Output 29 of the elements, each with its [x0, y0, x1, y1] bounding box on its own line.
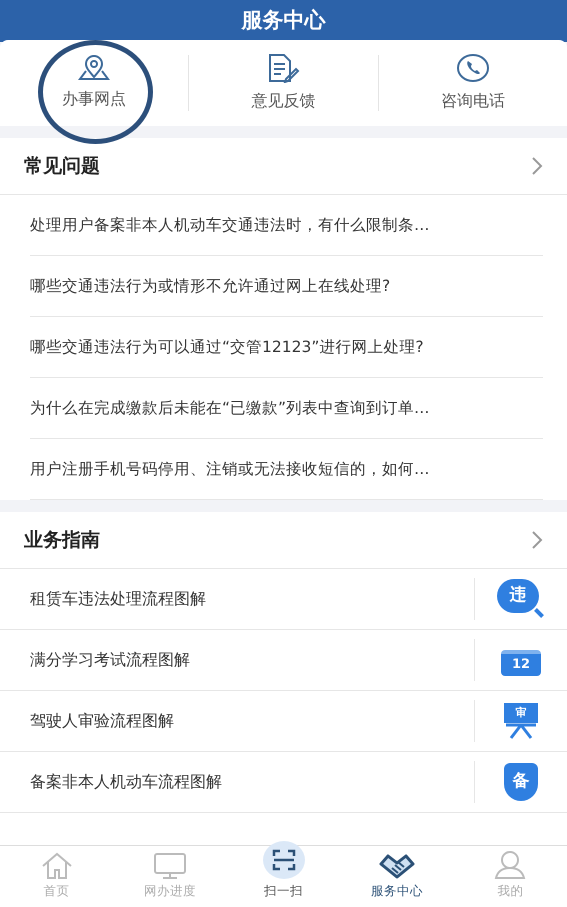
chevron-right-icon[interactable] [531, 156, 543, 176]
quick-link-button[interactable]: 意见反馈 [189, 53, 378, 113]
guide-item[interactable]: 驾驶人审验流程图解 [0, 709, 474, 733]
faq-item[interactable]: 处理用户备案非本人机动车交通违法时，有什么限制条… [30, 195, 543, 256]
person-icon [493, 850, 528, 880]
phone-icon [456, 53, 490, 83]
handshake-icon [378, 852, 416, 880]
chevron-right-icon[interactable] [531, 530, 543, 550]
section-heading: 业务指南 [24, 528, 100, 553]
map-pin-icon [77, 55, 112, 81]
document-pen-icon [266, 53, 300, 83]
home-icon [40, 852, 74, 880]
guide-item[interactable]: 租赁车违法处理流程图解 [0, 587, 474, 611]
section-heading: 常见问题 [24, 154, 100, 179]
faq-item[interactable]: 为什么在完成缴款后未能在“已缴款”列表中查询到订单… [30, 378, 543, 439]
tab-bar-item[interactable]: 扫一扫 [226, 834, 340, 907]
scan-icon [262, 840, 306, 880]
faq-item[interactable]: 哪些交通违法行为或情形不允许通过网上在线处理? [30, 256, 543, 317]
guide-item[interactable]: 满分学习考试流程图解 [0, 648, 474, 672]
faq-item[interactable]: 用户注册手机号码停用、注销或无法接收短信的，如何… [30, 439, 543, 500]
faq-item[interactable]: 哪些交通违法行为可以通过“交管12123”进行网上处理? [30, 317, 543, 378]
guide-item[interactable]: 备案非本人机动车流程图解 [0, 770, 474, 794]
calendar-badge-icon: 12 [501, 650, 541, 676]
tab-bar-item[interactable]: 服务中心 [340, 846, 454, 907]
page-title: 服务中心 [242, 7, 326, 34]
quick-link-button[interactable]: 咨询电话 [378, 53, 567, 113]
shield-badge-icon: 备 [504, 763, 538, 801]
monitor-icon [153, 852, 188, 880]
quick-link-button[interactable]: 办事网点 [0, 55, 188, 111]
